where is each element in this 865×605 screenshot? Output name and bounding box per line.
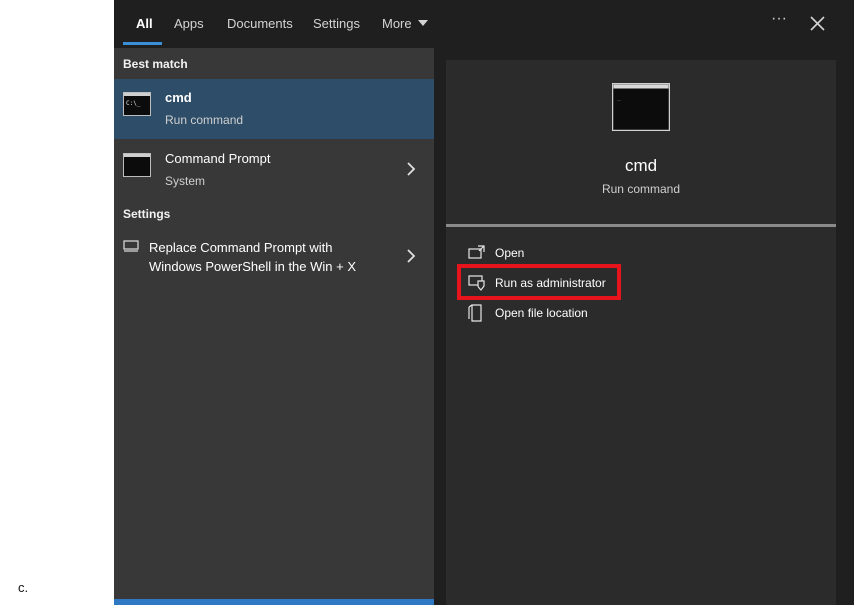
svg-text:C:\_: C:\_: [126, 100, 141, 107]
svg-text:_: _: [617, 94, 621, 101]
results-pane: Best match C:\_ cmd Run command Command …: [114, 48, 434, 605]
bottom-accent-strip: [114, 599, 434, 605]
detail-divider: [446, 224, 836, 227]
result-command-prompt[interactable]: Command Prompt System: [114, 139, 434, 195]
terminal-icon: _: [612, 83, 670, 131]
close-button[interactable]: [806, 12, 830, 36]
chevron-right-icon[interactable]: [406, 162, 416, 176]
result-title: Command Prompt: [165, 151, 271, 166]
tab-more-label: More: [382, 16, 412, 31]
detail-pane: _ cmd Run command Open Run as administra…: [446, 60, 836, 605]
tab-apps[interactable]: Apps: [174, 16, 204, 31]
close-icon: [810, 16, 825, 31]
open-file-location-label: Open file location: [495, 306, 588, 320]
terminal-icon: C:\_: [123, 92, 151, 116]
tab-documents[interactable]: Documents: [227, 16, 293, 31]
figure-caption: c.: [18, 580, 29, 595]
result-setting-replace-cmd[interactable]: Replace Command Prompt with Windows Powe…: [114, 230, 434, 282]
search-flyout: All Apps Documents Settings More ··· Bes…: [114, 0, 854, 605]
setting-display-icon: [123, 240, 139, 252]
result-subtitle: Run command: [165, 113, 244, 127]
best-match-heading: Best match: [123, 57, 188, 71]
tab-settings[interactable]: Settings: [313, 16, 360, 31]
detail-subtitle: Run command: [601, 182, 681, 196]
setting-text-line2: Windows PowerShell in the Win + X: [149, 259, 357, 274]
open-action[interactable]: Open: [466, 242, 766, 266]
settings-heading: Settings: [123, 207, 171, 221]
chevron-right-icon[interactable]: [406, 249, 416, 263]
tab-more[interactable]: More: [382, 16, 428, 31]
tab-all[interactable]: All: [136, 16, 153, 31]
more-options-button[interactable]: ···: [769, 10, 789, 34]
detail-title: cmd: [624, 156, 658, 175]
open-label: Open: [495, 246, 525, 260]
screenshot-page: c. All Apps Documents Settings More ··· …: [0, 0, 865, 605]
setting-text-line1: Replace Command Prompt with: [149, 240, 333, 255]
active-tab-indicator: [123, 42, 162, 45]
annotation-highlight-box: [457, 264, 621, 300]
file-location-icon: [468, 304, 482, 322]
terminal-icon: [123, 153, 151, 177]
chevron-down-icon: [417, 20, 428, 26]
result-subtitle: System: [165, 174, 206, 188]
search-tabs-bar: All Apps Documents Settings More ···: [114, 0, 854, 48]
result-cmd[interactable]: C:\_ cmd Run command: [114, 79, 434, 139]
result-title: cmd: [165, 90, 192, 105]
open-icon: [468, 245, 485, 259]
open-file-location-action[interactable]: Open file location: [466, 302, 766, 326]
